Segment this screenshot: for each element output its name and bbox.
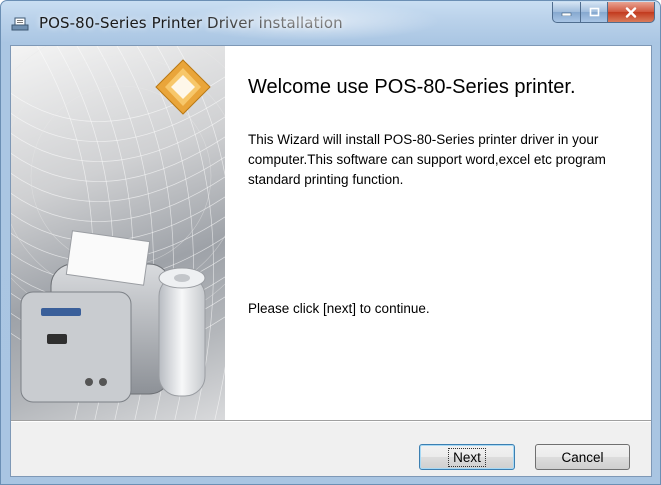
wizard-banner-image xyxy=(11,46,225,420)
footer-separator xyxy=(11,420,651,422)
next-button-label: Next xyxy=(448,447,486,467)
cancel-button[interactable]: Cancel xyxy=(535,444,630,470)
minimize-button[interactable] xyxy=(552,2,581,23)
wizard-client-area: Welcome use POS-80-Series printer. This … xyxy=(10,45,652,477)
close-icon xyxy=(625,6,637,18)
installer-app-icon xyxy=(11,15,29,31)
minimize-icon xyxy=(561,12,572,16)
next-button[interactable]: Next xyxy=(419,444,515,470)
maximize-button[interactable] xyxy=(581,2,608,23)
title-bar[interactable]: POS-80-Series Printer Driver installatio… xyxy=(1,1,660,45)
continue-hint: Please click [next] to continue. xyxy=(248,301,430,316)
caption-buttons xyxy=(552,2,655,24)
close-button[interactable] xyxy=(608,2,655,23)
installer-window: POS-80-Series Printer Driver installatio… xyxy=(0,0,661,485)
wizard-content-panel: Welcome use POS-80-Series printer. This … xyxy=(225,46,651,420)
welcome-heading: Welcome use POS-80-Series printer. xyxy=(248,76,576,98)
thermal-receipt-printer-illustration xyxy=(11,46,225,420)
wizard-description: This Wizard will install POS-80-Series p… xyxy=(248,132,606,187)
window-title: POS-80-Series Printer Driver installatio… xyxy=(39,14,343,32)
maximize-icon xyxy=(589,7,599,17)
orange-diamond-logo xyxy=(155,59,211,115)
